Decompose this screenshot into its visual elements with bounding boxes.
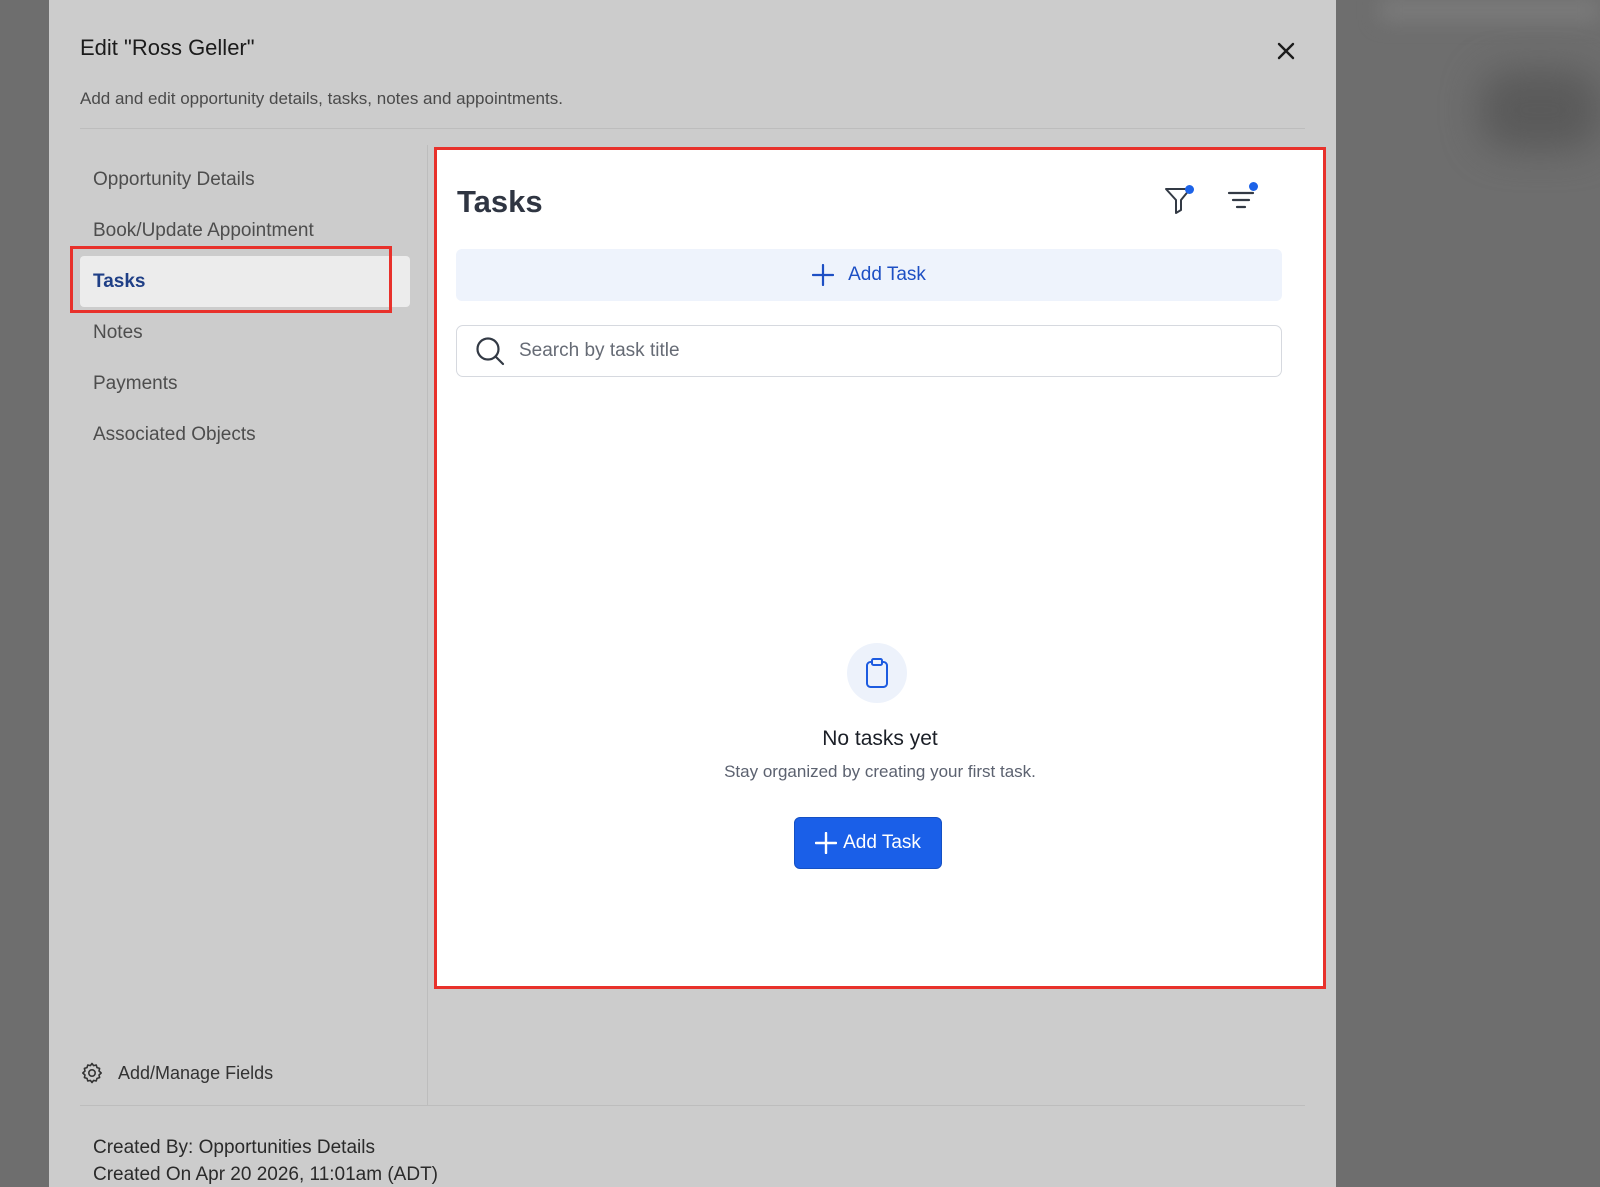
- search-icon: [476, 337, 505, 366]
- tasks-panel: Tasks Add Task Search by task title No t…: [434, 147, 1326, 989]
- sidebar-item-opportunity-details[interactable]: Opportunity Details: [80, 154, 410, 205]
- task-search-box: [456, 325, 1282, 377]
- add-task-bar-button[interactable]: Add Task: [456, 249, 1282, 301]
- sidebar-nav: Opportunity Details Book/Update Appointm…: [80, 154, 410, 460]
- sidebar-divider: [427, 145, 428, 1105]
- edit-opportunity-modal: Edit "Ross Geller" Add and edit opportun…: [49, 0, 1336, 1187]
- backdrop-blur: [1480, 70, 1600, 150]
- sort-button[interactable]: [1221, 180, 1261, 220]
- record-meta: Created By: Opportunities Details Create…: [93, 1134, 438, 1187]
- close-icon: [1277, 42, 1295, 60]
- sidebar-item-book-update-appointment[interactable]: Book/Update Appointment: [80, 205, 410, 256]
- filter-active-dot: [1185, 185, 1194, 194]
- sort-active-dot: [1249, 182, 1258, 191]
- add-task-button[interactable]: Add Task: [794, 817, 942, 869]
- task-search-input[interactable]: [517, 339, 1261, 363]
- add-task-bar-label: Add Task: [848, 264, 926, 285]
- sidebar-item-payments[interactable]: Payments: [80, 358, 410, 409]
- empty-state-icon-circle: [847, 643, 907, 703]
- plus-icon: [815, 832, 838, 854]
- gear-icon: [82, 1062, 102, 1084]
- empty-state-title: No tasks yet: [822, 727, 938, 750]
- footer-divider: [80, 1105, 1305, 1106]
- add-manage-fields-button[interactable]: Add/Manage Fields: [80, 1058, 273, 1088]
- close-button[interactable]: [1271, 36, 1301, 66]
- sidebar-item-associated-objects[interactable]: Associated Objects: [80, 409, 410, 460]
- panel-title: Tasks: [457, 184, 543, 219]
- empty-state-description: Stay organized by creating your first ta…: [724, 762, 1036, 781]
- add-task-button-label: Add Task: [843, 832, 921, 853]
- created-on: Created On Apr 20 2026, 11:01am (ADT): [93, 1164, 438, 1185]
- modal-subtitle: Add and edit opportunity details, tasks,…: [80, 89, 563, 108]
- add-manage-fields-label: Add/Manage Fields: [118, 1062, 274, 1083]
- sidebar-item-tasks[interactable]: Tasks: [80, 256, 410, 307]
- filter-button[interactable]: [1159, 180, 1199, 220]
- plus-icon: [812, 264, 835, 286]
- backdrop-blur: [1380, 0, 1600, 20]
- created-by: Created By: Opportunities Details: [93, 1137, 375, 1158]
- header-divider: [80, 128, 1305, 129]
- sidebar-item-notes[interactable]: Notes: [80, 307, 410, 358]
- clipboard-icon: [866, 658, 888, 688]
- modal-title: Edit "Ross Geller": [80, 35, 255, 60]
